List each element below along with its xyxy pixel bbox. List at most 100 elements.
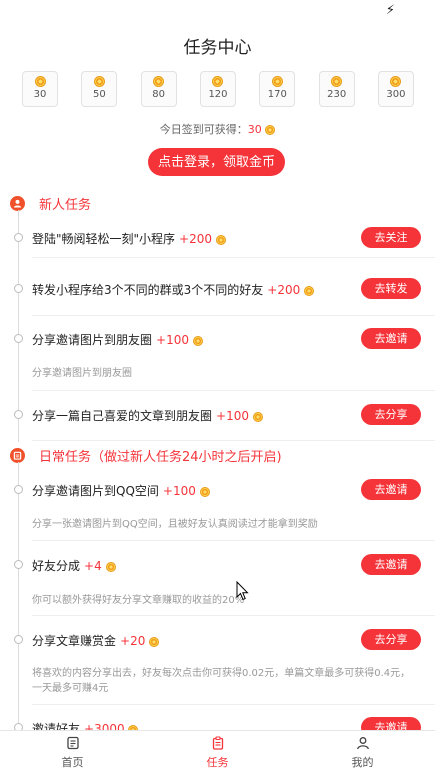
- signin-tip-amount: 30: [247, 123, 262, 136]
- tab-me[interactable]: 我的: [290, 731, 435, 775]
- signin-day-5: 170: [259, 71, 296, 107]
- signin-day-2: 50: [81, 71, 118, 107]
- coin-icon: [212, 76, 224, 87]
- signin-day-amount: 120: [208, 89, 228, 100]
- tab-tasks[interactable]: 任务: [145, 731, 290, 775]
- signin-day-7: 300: [377, 71, 414, 107]
- signin-day-amount: 80: [152, 89, 166, 100]
- tab-home[interactable]: 首页: [0, 731, 145, 775]
- task-reward: +100: [156, 333, 189, 347]
- timeline-dot: [14, 334, 23, 343]
- share-button[interactable]: 去分享: [361, 404, 421, 425]
- task-description: 你可以额外获得好友分享文章赚取的收益的20%: [32, 595, 245, 606]
- signin-day-amount: 170: [267, 89, 287, 100]
- timeline-dot: [14, 233, 23, 242]
- task-title: 登陆"畅阅轻松一刻"小程序: [32, 232, 176, 246]
- mouse-cursor-icon: [236, 581, 249, 601]
- task-title: 分享一篇自己喜爱的文章到朋友圈: [32, 409, 213, 423]
- task-description: 分享一张邀请图片到QQ空间，且被好友认真阅读过才能拿到奖励: [32, 519, 318, 530]
- task-title: 分享邀请图片到朋友圈: [32, 333, 153, 347]
- page-title: 任务中心: [183, 38, 252, 58]
- section-newbie-title: 新人任务: [39, 198, 92, 213]
- task-title: 分享文章赚赏金: [32, 634, 117, 648]
- task-title: 好友分成: [32, 559, 81, 573]
- calendar-icon: [10, 448, 25, 463]
- task-reward: +100: [162, 484, 196, 498]
- coin-icon: [252, 411, 263, 422]
- task-reward: +4: [84, 559, 102, 573]
- follow-button[interactable]: 去关注: [361, 227, 421, 248]
- timeline-line: [18, 210, 19, 442]
- section-newbie-header: 新人任务: [10, 194, 91, 213]
- coin-icon: [331, 76, 343, 87]
- timeline-dot: [14, 284, 23, 293]
- timeline-dot: [14, 560, 23, 569]
- signin-day-3: 80: [140, 71, 177, 107]
- coin-icon: [271, 76, 283, 87]
- divider: [32, 704, 435, 705]
- task-reward: +100: [216, 409, 249, 423]
- task-name: 分享一篇自己喜爱的文章到朋友圈 +100: [32, 407, 263, 424]
- coin-icon: [390, 76, 402, 87]
- coin-icon: [192, 335, 203, 346]
- divider: [32, 615, 435, 616]
- task-name: 分享文章赚赏金 +20: [32, 632, 160, 649]
- signin-tip: 今日签到可获得：30: [0, 121, 435, 137]
- timeline-dot: [14, 410, 23, 419]
- divider: [32, 257, 435, 258]
- coin-icon: [265, 125, 276, 135]
- divider: [32, 315, 435, 316]
- task-name: 分享邀请图片到朋友圈 +100: [32, 331, 203, 348]
- task-name: 登陆"畅阅轻松一刻"小程序 +200: [32, 230, 226, 247]
- tab-label: 首页: [61, 756, 84, 769]
- signin-day-6: 230: [318, 71, 355, 107]
- timeline-dot: [14, 485, 23, 494]
- coin-icon: [304, 285, 315, 296]
- divider: [32, 440, 435, 441]
- coin-icon: [34, 76, 46, 87]
- status-bar: ⚡: [0, 0, 435, 22]
- document-icon: [66, 736, 79, 750]
- timeline-line: [18, 462, 19, 730]
- signin-rewards-row: 30 50 80 120 170 230 300: [22, 71, 414, 107]
- signin-day-1: 30: [22, 71, 58, 107]
- coin-icon: [149, 636, 160, 647]
- share-forward-button[interactable]: 去转发: [361, 278, 421, 299]
- section-daily-title: 日常任务（做过新人任务24小时之后开启): [39, 450, 282, 465]
- task-name: 好友分成 +4: [32, 557, 116, 574]
- coin-icon: [153, 76, 165, 87]
- divider: [32, 390, 435, 391]
- task-reward: +200: [267, 283, 301, 297]
- signin-day-amount: 50: [92, 89, 106, 100]
- signin-day-amount: 230: [327, 89, 347, 100]
- signin-day-amount: 30: [33, 89, 47, 100]
- tab-label: 我的: [351, 756, 374, 769]
- signin-day-amount: 300: [386, 89, 406, 100]
- coin-icon: [105, 561, 116, 572]
- task-title: 转发小程序给3个不同的群或3个不同的好友: [32, 283, 264, 297]
- task-reward: +20: [120, 634, 146, 648]
- task-description: 将喜欢的内容分享出去，好友每次点击你可获得0.02元，单篇文章最多可获得0.4元…: [32, 668, 411, 694]
- bottom-tab-bar: 首页 任务 我的: [0, 730, 435, 775]
- section-daily-header: 日常任务（做过新人任务24小时之后开启): [10, 446, 282, 465]
- task-title: 分享邀请图片到QQ空间: [32, 484, 159, 498]
- person-icon: [356, 737, 369, 750]
- login-button[interactable]: 点击登录，领取金币: [148, 148, 285, 176]
- coin-icon: [93, 76, 105, 87]
- person-icon: [10, 196, 25, 211]
- tab-label: 任务: [206, 756, 229, 769]
- share-button[interactable]: 去分享: [361, 629, 421, 650]
- signin-day-4: 120: [199, 71, 236, 107]
- task-description: 分享邀请图片到朋友圈: [32, 368, 132, 379]
- coin-icon: [215, 234, 226, 245]
- clipboard-icon: [212, 736, 223, 750]
- coin-icon: [199, 486, 210, 497]
- invite-button[interactable]: 去邀请: [361, 554, 421, 575]
- invite-button[interactable]: 去邀请: [361, 479, 421, 500]
- signin-tip-prefix: 今日签到可获得：: [159, 123, 248, 136]
- charging-icon: ⚡: [385, 3, 395, 18]
- invite-button[interactable]: 去邀请: [361, 328, 421, 349]
- task-reward: +200: [179, 232, 213, 246]
- divider: [32, 540, 435, 541]
- task-name: 转发小程序给3个不同的群或3个不同的好友 +200: [32, 281, 315, 298]
